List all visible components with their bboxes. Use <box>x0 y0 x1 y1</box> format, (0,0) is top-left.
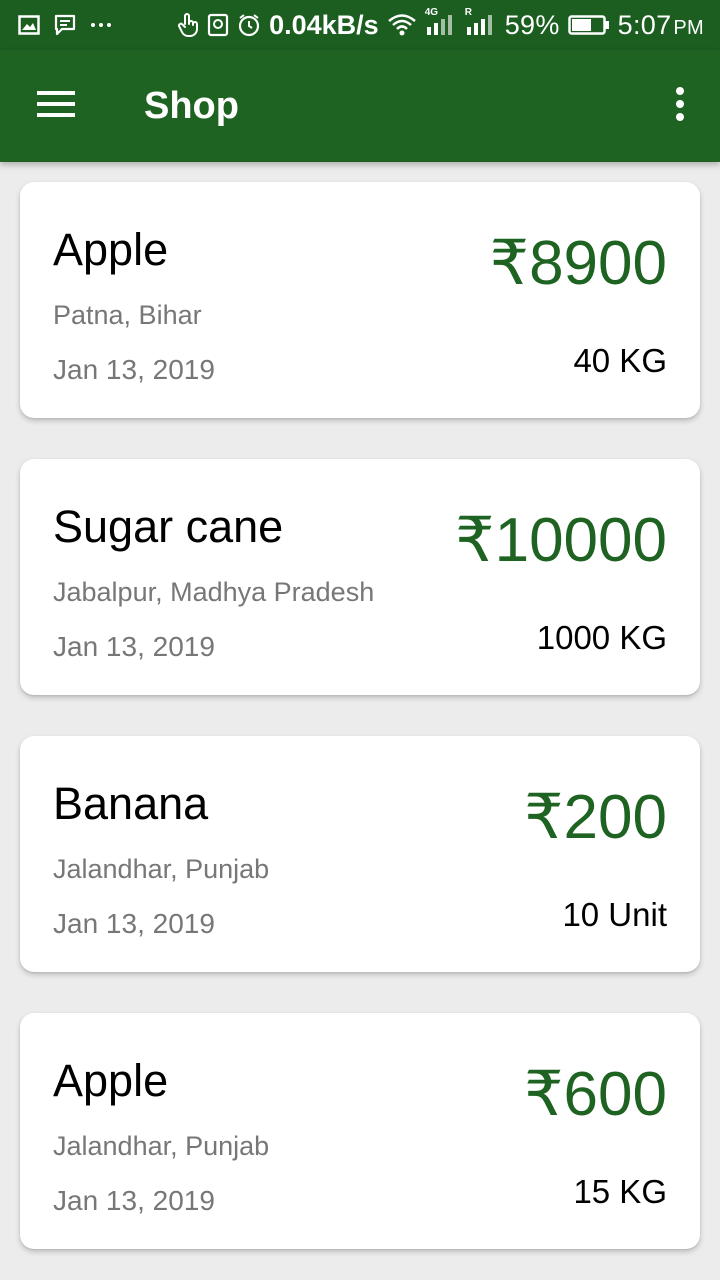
product-price: ₹10000 <box>455 506 667 575</box>
alarm-icon <box>237 13 261 37</box>
hamburger-menu-icon <box>37 90 75 123</box>
product-name: Banana <box>53 778 209 829</box>
battery-percent: 59% <box>504 9 560 40</box>
notification-icons <box>18 14 112 36</box>
product-quantity: 40 KG <box>573 342 667 379</box>
clock-time: 5:07 <box>617 9 672 40</box>
clock-suffix: PM <box>673 16 704 39</box>
message-icon <box>54 14 76 36</box>
product-quantity: 15 KG <box>573 1173 667 1210</box>
product-date: Jan 13, 2019 <box>53 1185 215 1216</box>
network-speed: 0.04kB/s <box>269 9 379 40</box>
product-date: Jan 13, 2019 <box>53 354 215 385</box>
product-name: Apple <box>53 224 169 275</box>
product-quantity: 10 Unit <box>562 896 667 933</box>
menu-button[interactable] <box>0 50 112 162</box>
page-title: Shop <box>144 84 239 127</box>
battery-icon <box>567 14 610 36</box>
app-bar: Shop <box>0 50 720 162</box>
list-item[interactable]: Apple Patna, Bihar Jan 13, 2019 ₹8900 40… <box>20 182 700 418</box>
touch-icon <box>177 12 199 38</box>
list-item[interactable]: Sugar cane Jabalpur, Madhya Pradesh Jan … <box>20 459 700 695</box>
product-price: ₹200 <box>524 783 667 852</box>
product-quantity: 1000 KG <box>536 619 667 656</box>
gallery-icon <box>18 15 40 35</box>
product-price: ₹600 <box>524 1060 667 1129</box>
list-item[interactable]: Apple Jalandhar, Punjab Jan 13, 2019 ₹60… <box>20 1013 700 1249</box>
product-date: Jan 13, 2019 <box>53 908 215 939</box>
product-location: Patna, Bihar <box>53 300 202 330</box>
status-bar: 0.04kB/s 4G R 59% 5:07 PM <box>0 0 720 50</box>
more-vert-icon <box>675 86 685 126</box>
sim2-roaming-tag: R <box>464 7 472 18</box>
sim1-network-tag: 4G <box>424 7 439 18</box>
product-location: Jabalpur, Madhya Pradesh <box>53 577 375 607</box>
list-item[interactable]: Banana Jalandhar, Punjab Jan 13, 2019 ₹2… <box>20 736 700 972</box>
product-date: Jan 13, 2019 <box>53 631 215 662</box>
overflow-menu-button[interactable] <box>640 50 720 162</box>
product-list[interactable]: Apple Patna, Bihar Jan 13, 2019 ₹8900 40… <box>0 162 720 1280</box>
screenshot-icon <box>207 13 229 37</box>
product-location: Jalandhar, Punjab <box>53 1131 270 1161</box>
more-dots-icon <box>90 21 112 29</box>
wifi-icon <box>387 13 417 37</box>
clock: 5:07 PM <box>618 10 704 41</box>
signal-icon: R <box>465 7 497 37</box>
product-price: ₹8900 <box>489 229 667 298</box>
signal-icon: 4G <box>425 7 457 37</box>
product-name: Sugar cane <box>53 501 284 552</box>
product-name: Apple <box>53 1055 169 1106</box>
system-status: 0.04kB/s 4G R 59% 5:07 PM <box>177 7 704 41</box>
product-location: Jalandhar, Punjab <box>53 854 270 884</box>
